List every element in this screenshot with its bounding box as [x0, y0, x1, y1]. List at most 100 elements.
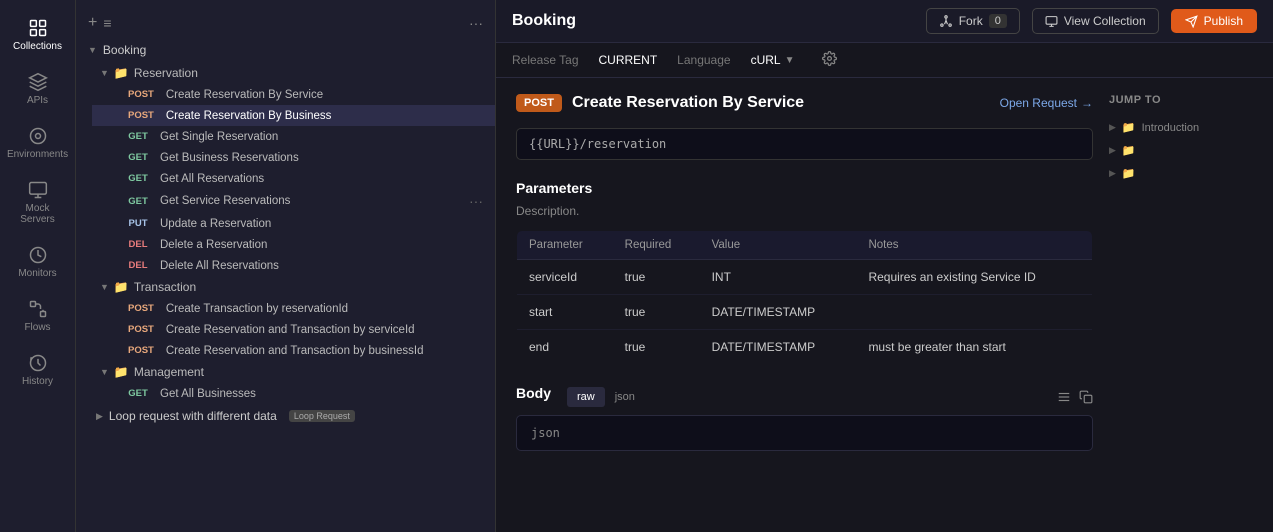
- nav-top-bar: + ≡ ···: [76, 8, 495, 38]
- jump-folder-icon-2: 📁: [1122, 144, 1136, 157]
- body-section: Body raw json: [516, 385, 1093, 409]
- language-value: cURL: [751, 53, 781, 67]
- publish-icon: [1185, 15, 1198, 28]
- sidebar-item-monitors[interactable]: Monitors: [4, 237, 72, 287]
- jump-item-2[interactable]: ▶ 📁: [1109, 139, 1253, 162]
- management-endpoints: GET Get All Businesses: [84, 383, 495, 404]
- nav-more-icon[interactable]: ···: [469, 15, 483, 31]
- sidebar-item-flows[interactable]: Flows: [4, 291, 72, 341]
- sidebar-item-apis[interactable]: APIs: [4, 64, 72, 114]
- endpoint-create-reservation-transaction-business[interactable]: POST Create Reservation and Transaction …: [92, 340, 495, 361]
- language-selector[interactable]: cURL ▼: [751, 53, 795, 67]
- table-row: starttrueDATE/TIMESTAMP: [517, 295, 1093, 330]
- jump-item-3[interactable]: ▶ 📁: [1109, 162, 1253, 185]
- reservation-folder-icon: 📁: [114, 66, 129, 80]
- endpoint-get-all-reservations[interactable]: GET Get All Reservations: [92, 168, 495, 189]
- parameters-table: Parameter Required Value Notes serviceId…: [516, 230, 1093, 365]
- endpoint-create-transaction-reservation[interactable]: POST Create Transaction by reservationId: [92, 298, 495, 319]
- body-title: Body: [516, 385, 551, 401]
- parameters-desc: Description.: [516, 204, 1093, 218]
- col-notes: Notes: [856, 231, 1092, 260]
- booking-chevron-icon: ▼: [88, 45, 97, 55]
- reservation-folder-header[interactable]: ▼ 📁 Reservation: [84, 62, 495, 84]
- reservation-endpoints: POST Create Reservation By Service POST …: [84, 84, 495, 276]
- booking-section-header[interactable]: ▼ Booking: [76, 38, 495, 62]
- management-folder-group: ▼ 📁 Management GET Get All Businesses: [76, 361, 495, 404]
- body-tab-json[interactable]: json: [605, 387, 645, 407]
- main-header: Booking Fork 0 View Collection: [496, 0, 1273, 43]
- page-title: Booking: [512, 12, 576, 30]
- nav-sidebar: + ≡ ··· ▼ Booking ▼ 📁 Reservation POST C…: [76, 0, 496, 532]
- icon-sidebar: Collections APIs Environments Mock Serve…: [0, 0, 76, 532]
- endpoint-get-service-reservations[interactable]: GET Get Service Reservations ···: [92, 189, 495, 213]
- endpoint-update-reservation[interactable]: PUT Update a Reservation: [92, 213, 495, 234]
- method-badge-get: GET: [124, 387, 152, 400]
- jump-folder-icon-3: 📁: [1122, 167, 1136, 180]
- body-options-icon[interactable]: [1057, 390, 1071, 404]
- doc-main: POST Create Reservation By Service Open …: [516, 94, 1093, 516]
- col-value: Value: [700, 231, 857, 260]
- method-badge-post: POST: [124, 109, 158, 122]
- method-badge-post: POST: [124, 302, 158, 315]
- sidebar-item-mock-servers[interactable]: Mock Servers: [4, 172, 72, 233]
- transaction-folder-icon: 📁: [114, 280, 129, 294]
- method-badge-get: GET: [124, 130, 152, 143]
- table-row: serviceIdtrueINTRequires an existing Ser…: [517, 260, 1093, 295]
- endpoint-get-business-reservations[interactable]: GET Get Business Reservations: [92, 147, 495, 168]
- method-badge-post: POST: [124, 323, 158, 336]
- jump-panel: JUMP TO ▶ 📁 Introduction ▶ 📁 ▶ 📁: [1093, 94, 1253, 516]
- method-badge-post: POST: [124, 344, 158, 357]
- view-collection-button[interactable]: View Collection: [1032, 8, 1159, 34]
- jump-folder-icon: 📁: [1122, 121, 1136, 134]
- jump-chevron-icon: ▶: [1109, 122, 1116, 133]
- loop-chevron-icon: ▶: [96, 411, 103, 422]
- endpoint-create-reservation-service[interactable]: POST Create Reservation By Service: [92, 84, 495, 105]
- fork-icon: [939, 14, 953, 28]
- sidebar-item-history[interactable]: History: [4, 345, 72, 395]
- loop-tag: Loop Request: [289, 410, 355, 422]
- jump-item-introduction[interactable]: ▶ 📁 Introduction: [1109, 116, 1253, 139]
- body-tab-raw[interactable]: raw: [567, 387, 605, 407]
- reservation-chevron-icon: ▼: [100, 68, 109, 78]
- method-badge-get: GET: [124, 172, 152, 185]
- settings-icon[interactable]: [822, 51, 837, 69]
- management-chevron-icon: ▼: [100, 367, 109, 377]
- endpoint-delete-all-reservations[interactable]: DEL Delete All Reservations: [92, 255, 495, 276]
- endpoint-create-reservation-business[interactable]: POST Create Reservation By Business: [92, 105, 495, 126]
- jump-chevron-icon-3: ▶: [1109, 168, 1116, 179]
- endpoint-create-reservation-transaction-service[interactable]: POST Create Reservation and Transaction …: [92, 319, 495, 340]
- endpoint-get-single-reservation[interactable]: GET Get Single Reservation: [92, 126, 495, 147]
- body-content: json: [516, 415, 1093, 451]
- endpoint-delete-reservation[interactable]: DEL Delete a Reservation: [92, 234, 495, 255]
- filter-icon[interactable]: ≡: [103, 15, 111, 31]
- header-actions: Fork 0 View Collection Publish: [926, 8, 1257, 34]
- main-content: Booking Fork 0 View Collection: [496, 0, 1273, 532]
- endpoint-get-all-businesses[interactable]: GET Get All Businesses: [92, 383, 495, 404]
- url-bar: {{URL}}/reservation: [516, 128, 1093, 160]
- sidebar-item-collections[interactable]: Collections: [4, 10, 72, 60]
- language-label: Language: [677, 53, 730, 67]
- management-folder-header[interactable]: ▼ 📁 Management: [84, 361, 495, 383]
- jump-to-title: JUMP TO: [1109, 94, 1253, 106]
- endpoint-title-row: POST Create Reservation By Service Open …: [516, 94, 1093, 112]
- method-badge-get: GET: [124, 195, 152, 208]
- publish-button[interactable]: Publish: [1171, 9, 1257, 33]
- add-collection-icon[interactable]: +: [88, 14, 97, 32]
- transaction-endpoints: POST Create Transaction by reservationId…: [84, 298, 495, 361]
- open-request-link[interactable]: Open Request →: [1000, 96, 1093, 110]
- doc-area: POST Create Reservation By Service Open …: [496, 78, 1273, 532]
- fork-count: 0: [989, 14, 1007, 28]
- body-tabs: raw json: [567, 387, 645, 407]
- release-tag-value: CURRENT: [599, 53, 658, 67]
- loop-request-header[interactable]: ▶ Loop request with different data Loop …: [76, 404, 495, 428]
- method-badge-del: DEL: [124, 238, 152, 251]
- management-folder-icon: 📁: [114, 365, 129, 379]
- sidebar-item-environments[interactable]: Environments: [4, 118, 72, 168]
- endpoint-title: POST Create Reservation By Service: [516, 94, 804, 112]
- fork-button[interactable]: Fork 0: [926, 8, 1020, 34]
- post-method-badge: POST: [516, 94, 562, 112]
- body-copy-icon[interactable]: [1079, 390, 1093, 404]
- method-badge-put: PUT: [124, 217, 152, 230]
- endpoint-more-icon[interactable]: ···: [469, 193, 483, 209]
- transaction-folder-header[interactable]: ▼ 📁 Transaction: [84, 276, 495, 298]
